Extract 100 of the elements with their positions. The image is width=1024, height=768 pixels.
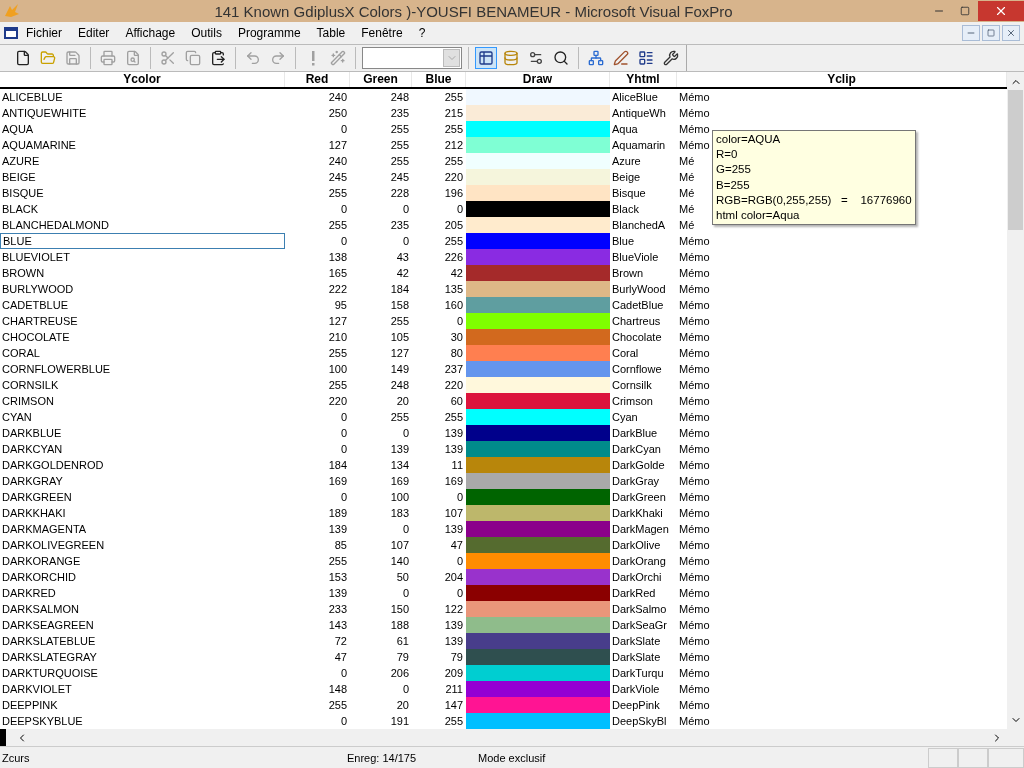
column-header[interactable]: Blue (412, 72, 466, 87)
table-cell-text: Mé (678, 218, 696, 233)
table-cell-text: 0 (339, 666, 348, 681)
table-cell-text: DARKSALMON (1, 602, 81, 617)
table-cell-text: Coral (611, 346, 640, 361)
table-cell-text: 184 (389, 282, 410, 297)
table-cell-text: 220 (443, 170, 464, 185)
table-cell-text: Mémo (678, 490, 711, 505)
table-cell-text: DARKVIOLET (1, 682, 73, 697)
table-cell-text: CADETBLUE (1, 298, 70, 313)
table-cell-text: 255 (327, 554, 348, 569)
table-cell-text: DarkViole (611, 682, 661, 697)
table-cell-text: 248 (389, 378, 410, 393)
table-cell: BLUE (0, 233, 285, 249)
table-cell-text: 196 (443, 186, 464, 201)
column-header[interactable]: Red (285, 72, 350, 87)
table-cell-text: DeepSkyBl (611, 714, 668, 729)
table-cell-text: 43 (395, 250, 410, 265)
table-cell-text: 0 (339, 410, 348, 425)
table-cell-text: Mémo (678, 602, 711, 617)
menu-item[interactable]: Table (308, 26, 354, 40)
table-cell-text: 20 (395, 698, 410, 713)
table-cell-text: 72 (333, 634, 348, 649)
table-cell-text: 127 (327, 314, 348, 329)
table-cell-text: 220 (327, 394, 348, 409)
close-button[interactable] (978, 1, 1024, 21)
table-cell-text: 143 (327, 618, 348, 633)
table-cell-text: 79 (395, 650, 410, 665)
table-cell-text: DARKKHAKI (1, 506, 67, 521)
table-cell-text: Mémo (678, 266, 711, 281)
table-cell-text: 138 (327, 250, 348, 265)
table-cell-text: Mémo (678, 538, 711, 553)
table-cell-text: Mémo (678, 138, 711, 153)
table-cell-text: Mémo (678, 586, 711, 601)
table-cell-text: Mémo (678, 122, 711, 137)
table-cell-text: BLANCHEDALMOND (1, 218, 110, 233)
table-cell-text: Mémo (678, 698, 711, 713)
table-cell-text: 206 (389, 666, 410, 681)
table-cell-text: 184 (327, 458, 348, 473)
column-header[interactable]: Green (350, 72, 412, 87)
undo-icon (245, 50, 261, 66)
column-header[interactable]: Draw (466, 72, 610, 87)
table-cell-text: Crimson (611, 394, 654, 409)
menu-item[interactable]: Programme (229, 26, 309, 40)
close-button[interactable] (1002, 25, 1020, 41)
column-header[interactable]: Ycolor (0, 72, 285, 87)
table-cell-text: 0 (401, 522, 410, 537)
menu-item[interactable]: Affichage (117, 26, 184, 40)
table-cell-text: 139 (443, 618, 464, 633)
close-icon (994, 4, 1008, 18)
table-cell-text: Mé (678, 154, 696, 169)
menu-item[interactable]: Fenêtre (353, 26, 411, 40)
table-cell-text: Mémo (678, 394, 711, 409)
table-cell-text: CHARTREUSE (1, 314, 79, 329)
grid-button[interactable] (475, 47, 497, 69)
table-cell-text: DarkKhaki (611, 506, 664, 521)
new-file-icon (15, 50, 31, 66)
grid-icon (478, 50, 494, 66)
table-cell-text: 255 (443, 90, 464, 105)
table-cell-text: Mémo (678, 314, 711, 329)
table-cell-text: DARKORCHID (1, 570, 77, 585)
window-title: 141 Known GdiplusX Colors )-YOUSFI BENAMEUR - Microsoft Visual FoxPro (213, 2, 734, 20)
table-cell-text: Mémo (678, 378, 711, 393)
paste-icon (210, 50, 226, 66)
menu-item[interactable]: Fichier (18, 26, 70, 40)
table-cell-text: Mémo (678, 474, 711, 489)
table-cell-text: 255 (389, 410, 410, 425)
table-cell-text: 255 (389, 138, 410, 153)
table-cell-text: 20 (395, 394, 410, 409)
menu-item[interactable]: Outils (183, 26, 230, 40)
tools-icon (663, 50, 679, 66)
menu-item[interactable]: ? (410, 26, 434, 40)
table-cell-text: 255 (327, 346, 348, 361)
table-cell-text: 0 (339, 442, 348, 457)
column-header[interactable]: Yhtml (610, 72, 677, 87)
minimize-button[interactable] (962, 25, 980, 41)
table-cell-text: DarkGolde (611, 458, 666, 473)
table-cell-text: 215 (443, 106, 464, 121)
table-cell-text: 255 (327, 378, 348, 393)
table-cell-text: Mémo (678, 458, 711, 473)
table-cell-text: 183 (389, 506, 410, 521)
grid-menu-icon[interactable] (4, 27, 18, 39)
table-cell-text: 47 (449, 538, 464, 553)
table-cell-text: 0 (339, 490, 348, 505)
wizard-icon (330, 50, 346, 66)
scroll-thumb[interactable] (1008, 90, 1023, 230)
table-cell-text: 150 (389, 602, 410, 617)
table-cell-text: DarkSlate (611, 650, 662, 665)
table-cell-text: 237 (443, 362, 464, 377)
table-cell-text: 139 (443, 426, 464, 441)
tooltip-line: R=0 (716, 147, 739, 163)
table-cell-text: 47 (333, 650, 348, 665)
menu-item[interactable]: Editer (70, 26, 118, 40)
table-cell-text: AntiqueWh (611, 106, 667, 121)
table-cell-text: 85 (333, 538, 348, 553)
table-cell-text: AQUA (1, 122, 35, 137)
table-cell-text: 139 (443, 522, 464, 537)
table-cell-text: 122 (443, 602, 464, 617)
table-cell-text: DarkGreen (611, 490, 667, 505)
table-cell-text: 255 (327, 698, 348, 713)
